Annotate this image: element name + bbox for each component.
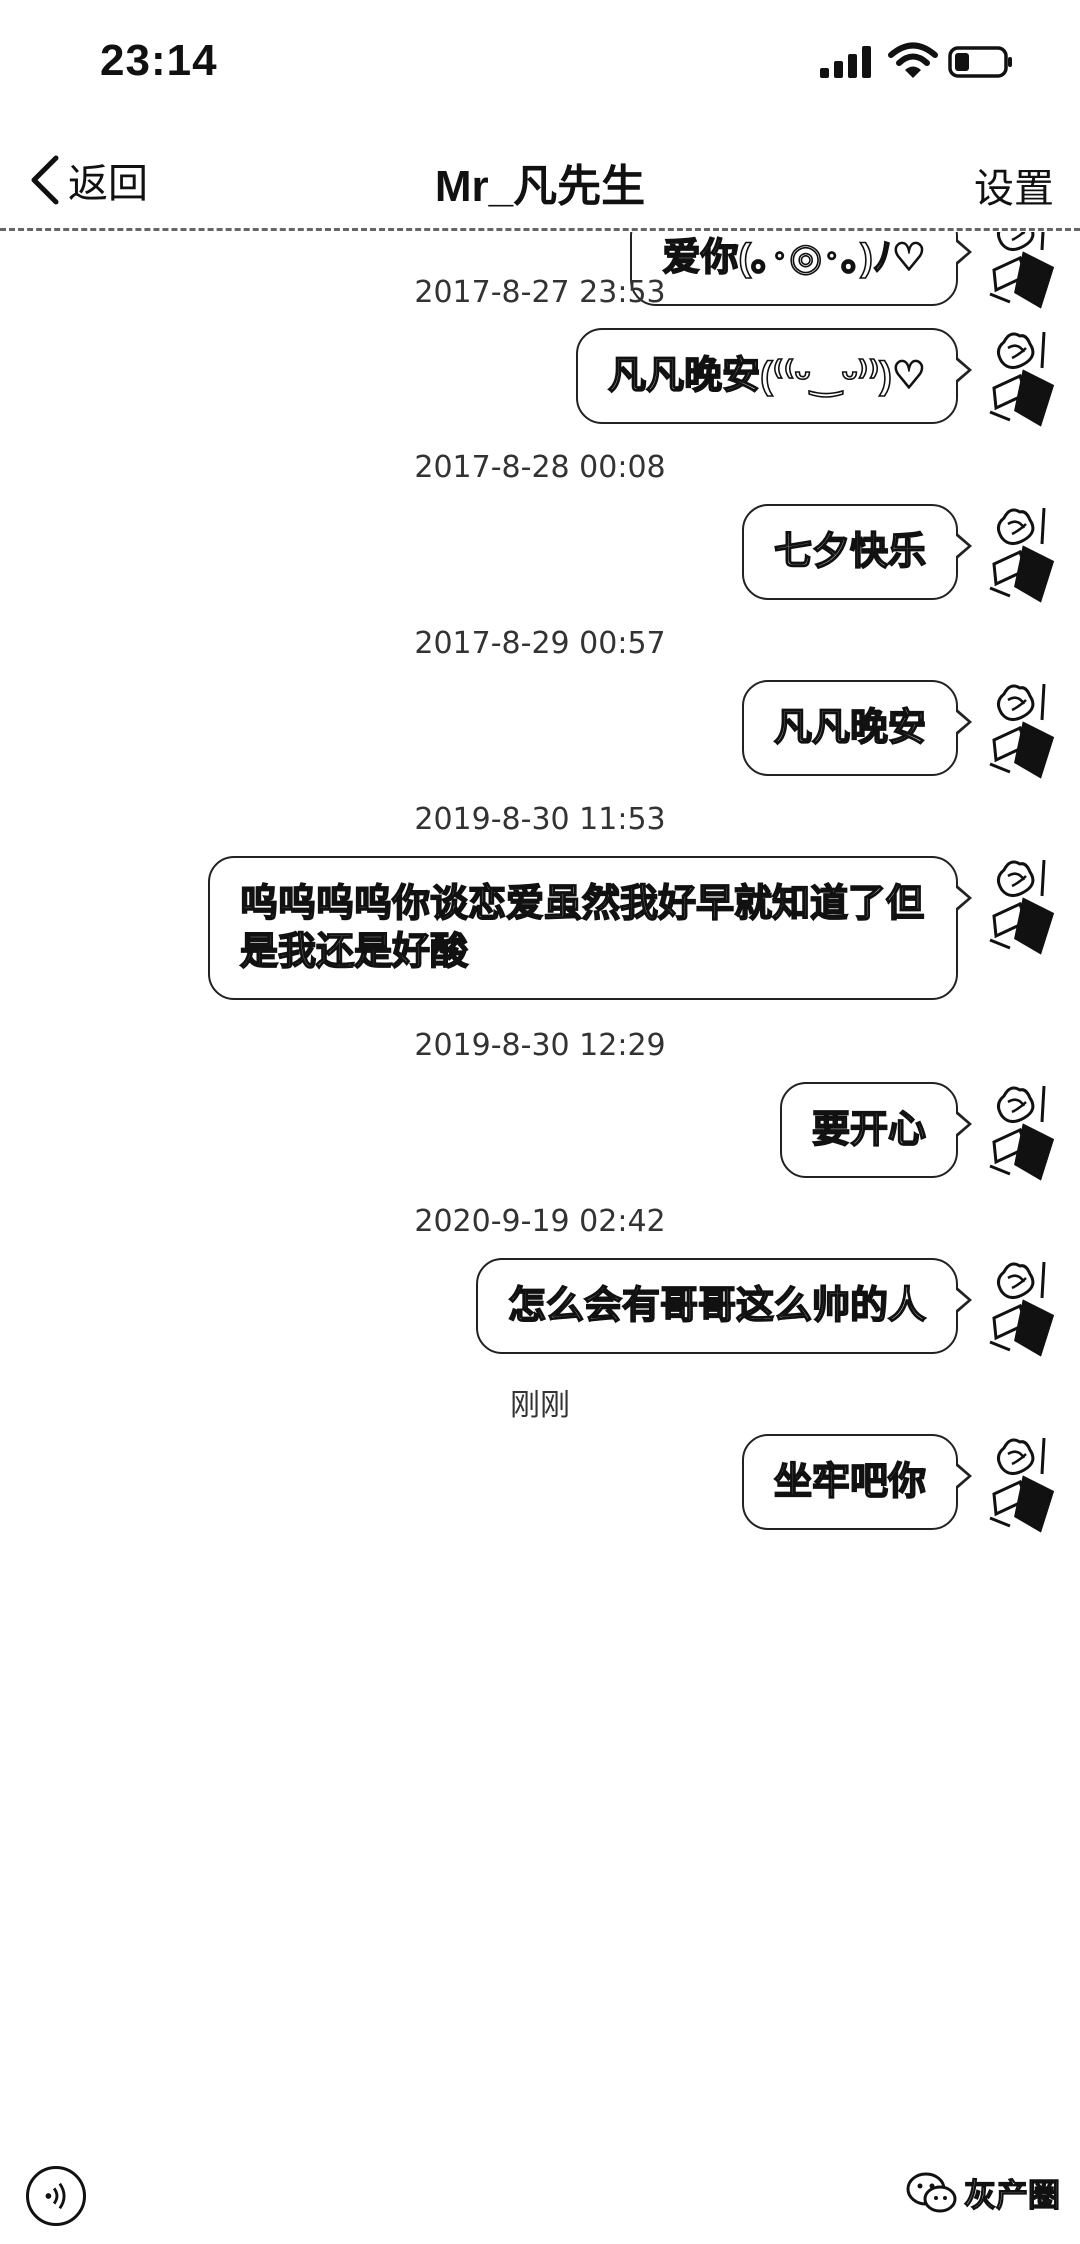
message-bubble[interactable]: 呜呜呜呜你谈恋爱虽然我好早就知道了但是我还是好酸: [208, 856, 972, 1000]
status-time: 23:14: [100, 36, 218, 85]
message-timestamp: 2019-8-30 12:29: [414, 1028, 666, 1063]
message-timestamp: 2017-8-27 23:53: [414, 275, 666, 310]
rose-avatar[interactable]: [980, 504, 1066, 604]
rose-avatar[interactable]: [980, 328, 1066, 428]
wifi-icon: [888, 42, 938, 78]
voice-button[interactable]: [26, 2166, 86, 2226]
rose-avatar[interactable]: [980, 856, 1066, 956]
signal-icon: [820, 46, 871, 78]
message-bubble[interactable]: 要开心: [779, 1082, 973, 1178]
message-timestamp: 2020-9-19 02:42: [414, 1204, 666, 1239]
message-bubble[interactable]: 七夕快乐: [741, 504, 973, 600]
voice-icon: [45, 2182, 66, 2210]
rose-avatar[interactable]: [980, 1434, 1066, 1534]
message-row: 坐牢吧你: [741, 1434, 1066, 1534]
wechat-icon: [906, 2172, 957, 2213]
watermark-text: 灰产圈: [963, 2176, 1060, 2213]
chat-list[interactable]: 爱你(｡･◎･｡)ﾉ♡ 2017-8-27 23:53 凡凡晚安(⁽⁽ᵕ‿ᵕ⁾⁾…: [0, 232, 1080, 2142]
rose-avatar[interactable]: [980, 1258, 1066, 1358]
rose-avatar[interactable]: [980, 1082, 1066, 1182]
message-row: 凡凡晚安: [741, 680, 1066, 780]
message-bubble[interactable]: 坐牢吧你: [741, 1434, 973, 1530]
status-bar: 23:14: [0, 0, 1080, 120]
message-bubble[interactable]: 怎么会有哥哥这么帅的人: [475, 1258, 973, 1354]
message-bubble[interactable]: 凡凡晚安: [741, 680, 973, 776]
settings-button[interactable]: 设置: [974, 156, 1054, 214]
battery-icon: [948, 46, 1012, 78]
message-timestamp: 2017-8-28 00:08: [414, 450, 666, 485]
message-row: 怎么会有哥哥这么帅的人: [475, 1258, 1066, 1358]
nav-bar: 返回 Mr_凡先生 设置: [0, 130, 1080, 240]
page-title: Mr_凡先生: [434, 162, 646, 211]
input-bar: 灰产圈: [0, 2150, 1080, 2244]
message-row: 凡凡晚安(⁽⁽ᵕ‿ᵕ⁾⁾)♡: [576, 328, 1066, 428]
message-bubble[interactable]: 凡凡晚安(⁽⁽ᵕ‿ᵕ⁾⁾)♡: [576, 328, 972, 424]
message-row: 七夕快乐: [741, 504, 1066, 604]
message-row: 要开心: [779, 1082, 1066, 1182]
watermark: 灰产圈: [906, 2170, 1061, 2216]
message-timestamp: 刚刚: [510, 1388, 570, 1423]
message-timestamp: 2017-8-29 00:57: [414, 626, 666, 661]
rose-avatar[interactable]: [980, 680, 1066, 780]
message-timestamp: 2019-8-30 11:53: [414, 802, 666, 837]
message-row: 呜呜呜呜你谈恋爱虽然我好早就知道了但是我还是好酸: [208, 856, 1066, 1000]
nav-divider: [0, 228, 1080, 231]
